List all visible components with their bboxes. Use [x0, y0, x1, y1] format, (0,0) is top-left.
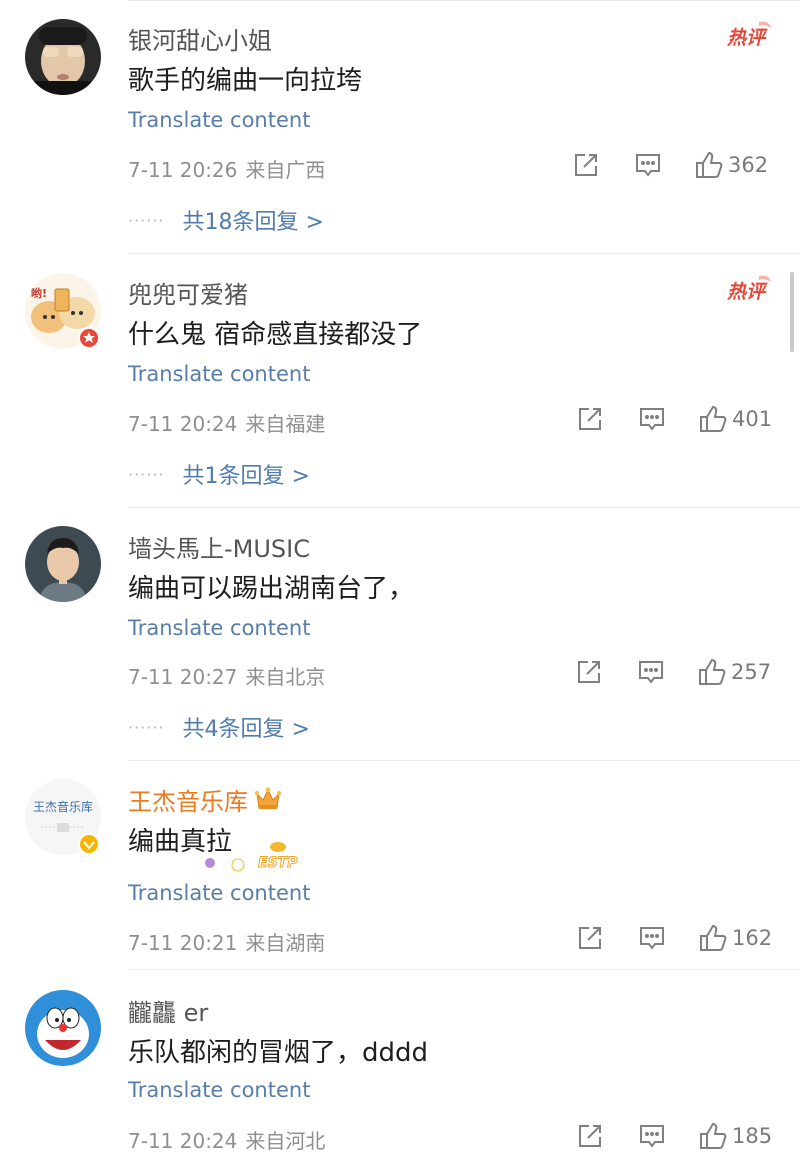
- username-text[interactable]: 王杰音乐库: [128, 788, 248, 816]
- repost-icon[interactable]: [576, 405, 604, 433]
- comment-time: 7-11 20:21: [128, 931, 238, 955]
- comment-meta: 7-11 20:24 来自河北: [128, 1125, 325, 1154]
- hot-comment-badge: 热评: [725, 20, 775, 54]
- like-count: 162: [732, 926, 773, 950]
- comment-meta: 7-11 20:21 来自湖南: [128, 927, 325, 956]
- comment-icon[interactable]: [638, 405, 666, 433]
- comment-item: 墙头馬上-MUSIC 编曲可以踢出湖南台了， Translate content…: [0, 508, 800, 761]
- comment-icon[interactable]: [637, 658, 665, 686]
- comment-item: 银河甜心小姐 热评 歌手的编曲一向拉垮 Translate content 7-…: [0, 0, 800, 254]
- replies-count-text[interactable]: 共18条回复 >: [183, 210, 324, 235]
- verified-badge-icon: [78, 833, 100, 855]
- username[interactable]: 墙头馬上-MUSIC: [128, 529, 310, 564]
- replies-dots: ······: [128, 465, 165, 484]
- comment-actions: 401: [576, 404, 772, 434]
- comment-text: 编曲可以踢出湖南台了，: [128, 574, 415, 604]
- like-count: 185: [732, 1124, 773, 1148]
- like-count: 257: [731, 660, 772, 684]
- comment-location: 来自河北: [245, 1129, 326, 1153]
- like-count: 362: [728, 153, 769, 177]
- comment-item: 龖龘 er 乐队都闲的冒烟了，dddd Translate content 7-…: [0, 970, 800, 1166]
- comment-actions: 185: [576, 1121, 772, 1151]
- comment-text: 什么鬼 宿命感直接都没了: [128, 320, 423, 350]
- comment-text: 乐队都闲的冒烟了，dddd: [128, 1038, 429, 1068]
- comment-location: 来自广西: [245, 158, 326, 182]
- view-replies-link[interactable]: ······ 共1条回复 >: [128, 458, 310, 490]
- avatar-text: 王杰音乐库: [33, 799, 93, 814]
- replies-dots: ······: [128, 211, 165, 230]
- view-replies-link[interactable]: ······ 共18条回复 >: [128, 204, 324, 236]
- comment-meta: 7-11 20:24 来自福建: [128, 408, 325, 437]
- translate-link[interactable]: Translate content: [128, 616, 310, 640]
- like-icon[interactable]: [698, 1121, 728, 1151]
- comment-text: 编曲真拉: [128, 827, 233, 857]
- user-rank-badge: [78, 327, 100, 349]
- repost-icon[interactable]: [576, 1122, 604, 1150]
- crown-icon: [254, 786, 282, 818]
- comment-time: 7-11 20:26: [128, 158, 238, 182]
- comment-meta: 7-11 20:26 来自广西: [128, 154, 325, 183]
- repost-icon[interactable]: [575, 658, 603, 686]
- comment-item: 哟! 兜兜可爱猪 热评 什么鬼 宿命感直接都没了 Translate conte…: [0, 254, 800, 508]
- comment-icon[interactable]: [634, 151, 662, 179]
- username[interactable]: 兜兜可爱猪: [128, 275, 248, 310]
- hot-comment-badge: 热评: [725, 274, 775, 308]
- username[interactable]: 龖龘 er: [128, 993, 208, 1028]
- username[interactable]: 王杰音乐库: [128, 782, 282, 818]
- comment-time: 7-11 20:27: [128, 665, 238, 689]
- comment-meta: 7-11 20:27 来自北京: [128, 661, 325, 690]
- svg-text:哟!: 哟!: [31, 286, 47, 300]
- replies-count-text[interactable]: 共1条回复 >: [183, 464, 310, 489]
- like-icon[interactable]: [694, 150, 724, 180]
- translate-link[interactable]: Translate content: [128, 108, 310, 132]
- like-icon[interactable]: [698, 404, 728, 434]
- username[interactable]: 银河甜心小姐: [128, 21, 272, 56]
- comment-location: 来自北京: [245, 665, 326, 689]
- replies-dots: ······: [128, 718, 165, 737]
- like-count: 401: [732, 407, 773, 431]
- sticker-text: ESTP: [258, 855, 298, 871]
- repost-icon[interactable]: [576, 924, 604, 952]
- comment-actions: 362: [572, 150, 768, 180]
- comment-location: 来自湖南: [245, 931, 326, 955]
- avatar[interactable]: [25, 990, 101, 1066]
- comment-actions: 162: [576, 923, 772, 953]
- like-icon[interactable]: [698, 923, 728, 953]
- hot-comment-label: 热评: [726, 27, 768, 49]
- view-replies-link[interactable]: ······ 共4条回复 >: [128, 711, 310, 743]
- comment-icon[interactable]: [638, 1122, 666, 1150]
- comment-icon[interactable]: [638, 924, 666, 952]
- repost-icon[interactable]: [572, 151, 600, 179]
- translate-link[interactable]: Translate content: [128, 362, 310, 386]
- comment-item: 王杰音乐库 王杰音乐库 ESTP 编曲真拉 Translate content …: [0, 761, 800, 970]
- replies-count-text[interactable]: 共4条回复 >: [183, 717, 310, 742]
- avatar[interactable]: [25, 526, 101, 602]
- comment-time: 7-11 20:24: [128, 1129, 238, 1153]
- comment-text: 歌手的编曲一向拉垮: [128, 66, 363, 96]
- translate-link[interactable]: Translate content: [128, 1078, 310, 1102]
- comment-actions: 257: [575, 657, 771, 687]
- comment-time: 7-11 20:24: [128, 412, 238, 436]
- comment-location: 来自福建: [245, 412, 326, 436]
- translate-link[interactable]: Translate content: [128, 881, 310, 905]
- hot-comment-label: 热评: [726, 281, 768, 303]
- avatar[interactable]: [25, 19, 101, 95]
- like-icon[interactable]: [697, 657, 727, 687]
